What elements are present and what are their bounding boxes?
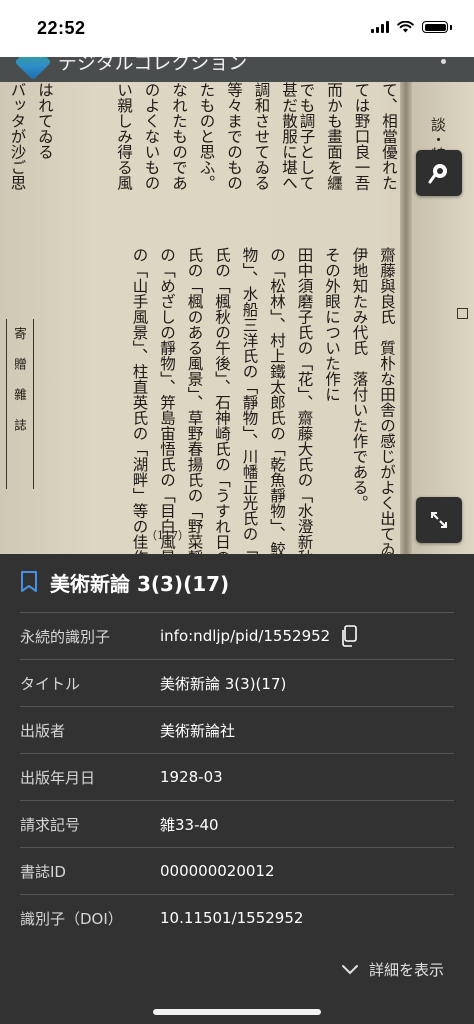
text-column: 物」、水船三洋氏の「靜物」、川幡正光氏の「林間」、青木新作 — [240, 247, 259, 554]
metadata-panel: 美術新論 3(3)(17) 永続的識別子 info:ndljp/pid/1552… — [0, 554, 474, 1004]
text-column: バッタが沙ご思 — [8, 82, 27, 191]
meta-value: 000000020012 — [160, 862, 275, 880]
meta-value: 美術新論社 — [160, 721, 236, 740]
text-column: はれてゐる — [36, 82, 54, 160]
show-details-label: 詳細を表示 — [368, 961, 444, 979]
meta-value: 1928-03 — [160, 768, 223, 786]
status-bar: 22:52 — [0, 0, 474, 57]
text-column: その外眼についた作に — [323, 247, 341, 402]
meta-row-publisher: 出版者 美術新論社 — [20, 706, 454, 753]
page-left-text: 甚だ散服に堪へ 調和させてゐる 等々までのもの たものと思ふ。 なれたものであ のよくない… — [112, 82, 302, 242]
record-title-row: 美術新論 3(3)(17) — [20, 566, 229, 598]
text-column: 調和させてゐる — [252, 82, 271, 191]
meta-row-title: タイトル 美術新論 3(3)(17) — [20, 659, 454, 706]
status-time: 22:52 — [37, 18, 86, 38]
page-number: （117） — [146, 529, 189, 542]
expand-button[interactable] — [416, 497, 462, 543]
image-search-button[interactable] — [416, 150, 462, 196]
meta-label: 出版年月日 — [20, 768, 96, 787]
pid-value[interactable]: info:ndljp/pid/1552952 — [160, 627, 330, 645]
text-column: たものと思ふ。 — [197, 82, 216, 191]
page-left-top-text: て、相當優れた ては野口良一吾 而かも畫面を纒 でも調子として — [290, 82, 402, 232]
copy-icon[interactable] — [340, 625, 358, 647]
expand-icon — [431, 512, 447, 528]
chevron-down-icon — [341, 964, 358, 974]
bookmark-icon[interactable] — [20, 571, 38, 593]
text-column: 氏の「楓のある風景」、草野春揚氏の「野菜靜物」、服部保耐氏 — [185, 247, 204, 554]
meta-row-date: 出版年月日 1928-03 — [20, 753, 454, 800]
site-logo-icon — [14, 57, 52, 81]
right-page-box — [457, 308, 468, 319]
text-column: 齋藤與良氏 質朴な田舎の感じがよく出てゐる — [378, 247, 396, 554]
text-column: 伊地知たみ代氏 落付いた作である。 — [350, 247, 369, 511]
text-column: 甚だ散服に堪へ — [280, 82, 298, 191]
text-column: ては野口良一吾 — [352, 82, 371, 191]
meta-value: 10.11501/1552952 — [160, 909, 304, 927]
text-column: の「めざしの靜物」、笄島宙悟氏の「目白風景」、相田直彥氏 — [158, 247, 176, 554]
record-title: 美術新論 3(3)(17) — [50, 571, 230, 596]
text-column: のよくないもの — [142, 82, 161, 191]
meta-row-call-number: 請求記号 雑33-40 — [20, 800, 454, 847]
meta-row-bib-id: 書誌ID 000000020012 — [20, 847, 454, 894]
signal-icon — [371, 21, 389, 33]
show-details-button[interactable]: 詳細を表示 — [341, 959, 444, 980]
side-label: 寄贈雜誌 — [12, 327, 27, 449]
metadata-table: 永続的識別子 info:ndljp/pid/1552952 タイトル 美術新論 … — [20, 612, 454, 941]
status-icons — [371, 21, 452, 33]
meta-row-doi: 識別子（DOI） 10.11501/1552952 — [20, 894, 454, 941]
text-column: い親しみ得る風 — [115, 82, 133, 191]
meta-label: 永続的識別子 — [20, 627, 111, 646]
meta-label: タイトル — [20, 674, 81, 693]
meta-label: 出版者 — [20, 721, 66, 740]
battery-icon — [422, 21, 448, 33]
meta-label: 請求記号 — [20, 815, 81, 834]
text-column: なれたものであ — [170, 82, 188, 191]
meta-row-pid: 永続的識別子 info:ndljp/pid/1552952 — [20, 612, 454, 659]
home-indicator[interactable] — [153, 1009, 321, 1015]
wifi-icon — [397, 21, 414, 33]
viewer-header: デジタルコレクション — [0, 57, 474, 82]
text-column: て、相當優れた — [380, 82, 398, 191]
meta-value: 美術新論 3(3)(17) — [160, 674, 287, 693]
text-column: 而かも畫面を纒 — [325, 82, 343, 191]
text-column: 等々までのもの — [225, 82, 243, 191]
meta-label: 書誌ID — [20, 862, 66, 881]
text-column: 田中須磨子氏の「花」、齋藤大氏の「水澄新秋」、野田信氏 — [295, 247, 314, 554]
meta-value: 雑33-40 — [160, 815, 219, 834]
text-column: の「松林」、村上鐵太郎氏の「乾魚靜物」、鮫島利久氏の「靜 — [268, 247, 286, 554]
page-body-text: 齋藤與良氏 質朴な田舎の感じがよく出てゐる 伊地知たみ代氏 落付いた作である。 その… — [115, 247, 400, 554]
document-viewer[interactable]: デジタルコレクション 談・特 齋藤與良氏 質朴な田舎の感じがよく出てゐる 伊地知た… — [0, 57, 474, 554]
image-search-icon — [428, 164, 447, 184]
text-column: 氏の「楓秋の午後」、石神崎氏の「うすれ日の家」、清水專一 — [213, 247, 231, 554]
menu-dot-icon[interactable] — [441, 59, 446, 64]
meta-label: 識別子（DOI） — [20, 909, 123, 928]
site-name: デジタルコレクション — [58, 57, 248, 74]
meta-value: info:ndljp/pid/1552952 — [160, 625, 358, 647]
page-far-left-text: はれてゐる バッタが沙ご思 — [0, 82, 58, 212]
text-column: の「山手風景」、柱直英氏の「湖畔」等の佳作が數數ある、 — [130, 247, 149, 554]
